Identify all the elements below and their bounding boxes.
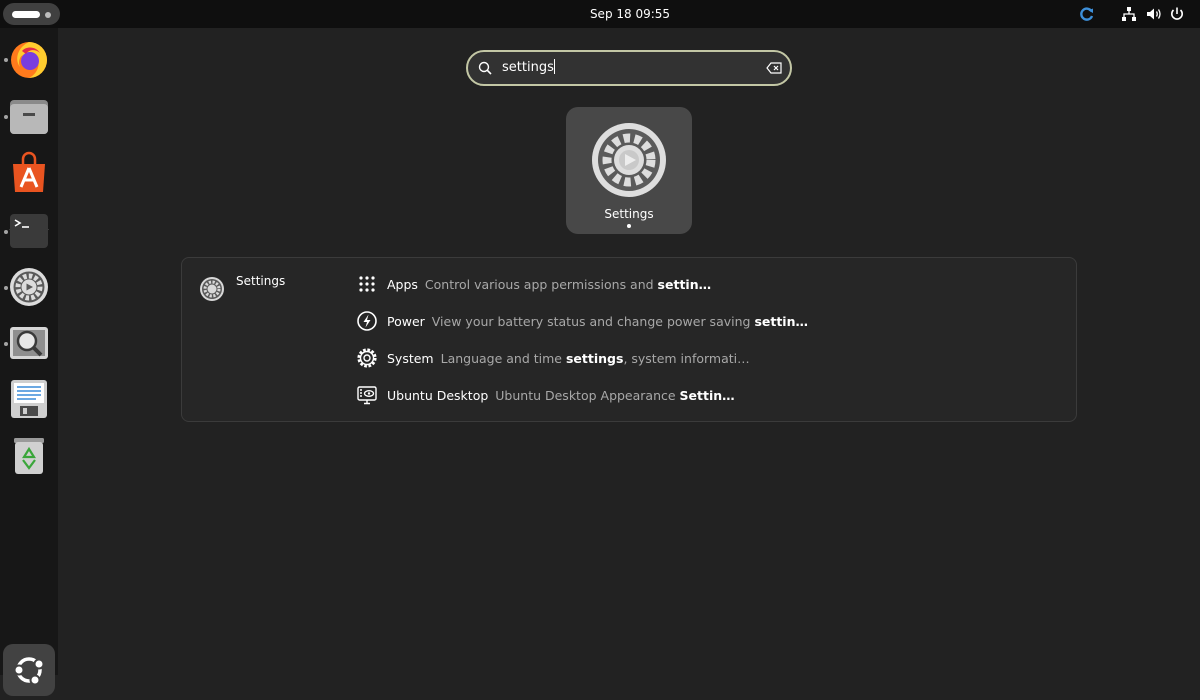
top-bar: Sep 18 09:55: [0, 0, 1200, 28]
show-applications-button[interactable]: [3, 644, 55, 696]
apps-grid-icon: [359, 276, 375, 292]
result-description: Ubuntu Desktop Appearance Settin…: [495, 388, 734, 403]
search-input[interactable]: settings: [502, 52, 555, 84]
result-description-match: settin…: [657, 277, 712, 292]
result-text: Apps Control various app permissions and…: [387, 273, 711, 297]
settings-search-results: Settings Apps Control various app permis…: [181, 257, 1077, 422]
settings-provider-icon: [200, 277, 224, 301]
power-icon: [357, 311, 377, 331]
volume-icon[interactable]: [1145, 5, 1163, 23]
terminal-icon[interactable]: [6, 208, 52, 254]
provider-label: Settings: [236, 274, 286, 288]
text-caret: [553, 59, 555, 74]
result-description: Control various app permissions and sett…: [425, 277, 711, 292]
result-text: Power View your battery status and chang…: [387, 310, 808, 334]
activities-button[interactable]: [3, 3, 60, 25]
files-icon[interactable]: [6, 94, 52, 140]
result-description-text: Language and time: [440, 351, 566, 366]
firefox-icon[interactable]: [6, 37, 52, 83]
text-editor-icon[interactable]: [6, 376, 52, 422]
desktop-icon: [357, 386, 377, 405]
result-text: System Language and time settings, syste…: [387, 347, 750, 371]
result-description-text: View your battery status and change powe…: [431, 314, 755, 329]
result-title: Power: [387, 314, 425, 329]
update-icon[interactable]: [1078, 5, 1096, 23]
trash-icon[interactable]: [6, 432, 52, 478]
result-description-match: Settin…: [679, 388, 735, 403]
search-entry[interactable]: settings: [466, 50, 792, 86]
result-description-text: Ubuntu Desktop Appearance: [495, 388, 680, 403]
ubuntu-logo-icon: [13, 657, 45, 686]
result-description: Language and time settings, system infor…: [441, 351, 750, 366]
app-result-settings[interactable]: Settings: [566, 107, 692, 234]
app-result-label: Settings: [604, 207, 654, 221]
result-description-match: settin…: [754, 314, 808, 329]
running-indicator: [627, 224, 631, 228]
result-title: Ubuntu Desktop: [387, 388, 489, 403]
result-title: Apps: [387, 277, 418, 292]
result-description-match: settings: [565, 351, 624, 366]
result-description-text: Control various app permissions and: [424, 277, 658, 292]
settings-app-icon: [592, 123, 666, 197]
network-icon[interactable]: [1120, 5, 1138, 23]
search-icon: [478, 61, 492, 75]
dock: [0, 28, 58, 696]
image-viewer-icon[interactable]: [6, 320, 52, 366]
workspace-indicator-active: [12, 11, 40, 18]
power-menu-icon[interactable]: [1168, 5, 1186, 23]
system-gear-icon: [357, 348, 377, 368]
clock[interactable]: Sep 18 09:55: [540, 0, 720, 28]
result-description-text: , system informati…: [623, 351, 750, 366]
clear-search-icon[interactable]: [766, 62, 782, 74]
result-description: View your battery status and change powe…: [432, 314, 808, 329]
search-query: settings: [502, 60, 554, 75]
workspace-indicator: [45, 12, 51, 18]
settings-icon[interactable]: [6, 264, 52, 310]
result-title: System: [387, 351, 434, 366]
result-text: Ubuntu Desktop Ubuntu Desktop Appearance…: [387, 384, 735, 408]
app-center-icon[interactable]: [6, 150, 52, 196]
